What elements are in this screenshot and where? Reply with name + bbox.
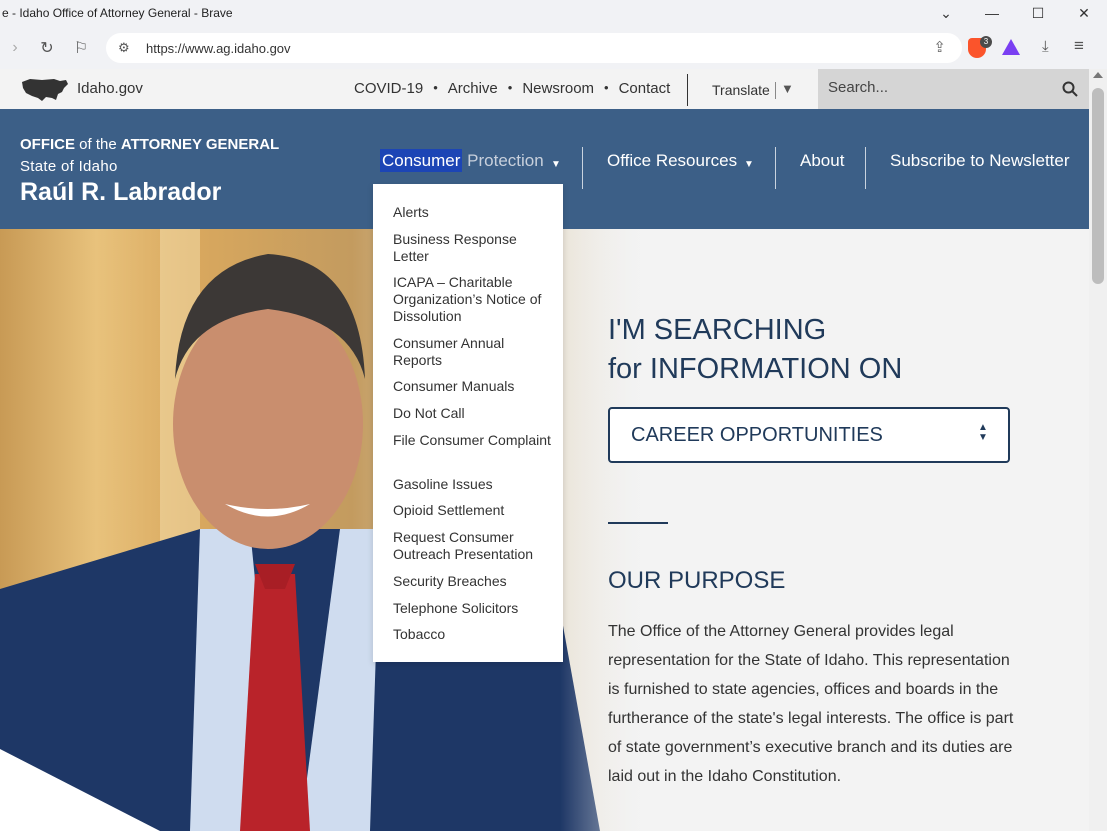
nav-divider — [775, 147, 776, 189]
utility-bar: Idaho.gov COVID-19 • Archive • Newsroom … — [0, 69, 1089, 109]
dropdown-item-do-not-call[interactable]: Do Not Call — [393, 405, 553, 422]
window-controls: ⌄ — ☐ ✕ — [923, 0, 1107, 26]
org-title[interactable]: OFFICE of the ATTORNEY GENERAL — [20, 136, 279, 153]
dropdown-item-gasoline-issues[interactable]: Gasoline Issues — [393, 476, 553, 493]
site-settings-icon[interactable]: ⚙ — [118, 40, 130, 56]
utility-links: COVID-19 • Archive • Newsroom • Contact — [354, 80, 670, 97]
dropdown-item-tobacco[interactable]: Tobacco — [393, 626, 553, 643]
nav-office-resources[interactable]: Office Resources — [607, 151, 737, 171]
window-title: e - Idaho Office of Attorney General - B… — [2, 6, 233, 20]
us-map-icon[interactable] — [20, 76, 70, 104]
dropdown-item-consumer-manuals[interactable]: Consumer Manuals — [393, 378, 553, 395]
chevron-down-icon[interactable]: ⌄ — [923, 0, 969, 26]
brave-rewards-icon[interactable] — [1002, 39, 1020, 55]
link-separator: • — [507, 80, 513, 95]
nav-subscribe[interactable]: Subscribe to Newsletter — [890, 151, 1070, 171]
caret-down-icon[interactable]: ▼ — [744, 159, 754, 170]
maximize-icon[interactable]: ☐ — [1015, 0, 1061, 26]
share-icon[interactable]: ⇪ — [933, 38, 946, 56]
nav-label-rest: Protection — [462, 151, 544, 170]
archive-link[interactable]: Archive — [448, 80, 498, 97]
information-select[interactable]: CAREER OPPORTUNITIES ▲ ▼ — [608, 407, 1010, 463]
purpose-heading: OUR PURPOSE — [608, 567, 786, 594]
search-input[interactable] — [828, 79, 1048, 96]
link-separator: • — [604, 80, 609, 95]
nav-selected-text: Consumer — [380, 149, 463, 172]
dropdown-item-opioid-settlement[interactable]: Opioid Settlement — [393, 502, 553, 519]
covid-link[interactable]: COVID-19 — [354, 80, 423, 97]
download-icon[interactable]: ⤓ — [1042, 38, 1049, 55]
nav-divider — [582, 147, 583, 189]
web-page: Idaho.gov COVID-19 • Archive • Newsroom … — [0, 69, 1089, 831]
search-box — [818, 69, 1089, 109]
dropdown-arrow-icon[interactable]: ▼ — [781, 81, 794, 96]
consumer-protection-dropdown: Alerts Business Response Letter ICAPA – … — [373, 184, 563, 662]
attorney-general-name: Raúl R. Labrador — [20, 178, 222, 206]
minimize-icon[interactable]: — — [969, 0, 1015, 26]
reload-icon[interactable]: ↻ — [30, 31, 64, 65]
purpose-text: The Office of the Attorney General provi… — [608, 623, 1014, 785]
close-icon[interactable]: ✕ — [1061, 0, 1107, 26]
hamburger-menu-icon[interactable]: ≡ — [1074, 36, 1084, 56]
searching-line-1: I'M SEARCHING — [608, 314, 827, 346]
select-value: CAREER OPPORTUNITIES — [631, 424, 883, 446]
decorative-triangle — [0, 749, 160, 831]
org-title-part: of the — [75, 136, 121, 153]
dropdown-item-icapa[interactable]: ICAPA – Charitable Organization’s Notice… — [393, 274, 553, 325]
nav-divider — [865, 147, 866, 189]
searching-heading: I'M SEARCHING for INFORMATION ON — [608, 311, 902, 389]
scroll-up-icon[interactable] — [1093, 72, 1103, 78]
shields-count-badge: 3 — [980, 36, 992, 48]
org-title-part: OFFICE — [20, 136, 75, 153]
search-icon[interactable] — [1062, 81, 1078, 97]
state-name: State of Idaho — [20, 158, 118, 175]
org-title-part: ATTORNEY GENERAL — [120, 136, 280, 153]
url-text[interactable]: https://www.ag.idaho.gov — [146, 41, 291, 56]
divider — [775, 82, 776, 99]
dropdown-item-business-response-letter[interactable]: Business Response Letter — [393, 231, 553, 265]
scrollbar-thumb[interactable] — [1092, 88, 1104, 284]
dropdown-item-security-breaches[interactable]: Security Breaches — [393, 573, 553, 590]
link-separator: • — [433, 80, 438, 95]
idaho-gov-link[interactable]: Idaho.gov — [77, 80, 143, 97]
purpose-rule — [608, 522, 668, 524]
caret-down-icon[interactable]: ▼ — [551, 159, 561, 170]
dropdown-item-telephone-solicitors[interactable]: Telephone Solicitors — [393, 600, 553, 617]
newsroom-link[interactable]: Newsroom — [522, 80, 594, 97]
nav-about[interactable]: About — [800, 151, 844, 171]
contact-link[interactable]: Contact — [619, 80, 671, 97]
dropdown-item-consumer-annual-reports[interactable]: Consumer Annual Reports — [393, 335, 553, 369]
divider — [687, 74, 688, 106]
address-bar[interactable]: ⚙ https://www.ag.idaho.gov ⇪ — [106, 33, 962, 63]
bookmark-icon[interactable]: ⚐ — [64, 31, 98, 65]
forward-icon[interactable]: › — [0, 31, 30, 65]
window-titlebar: e - Idaho Office of Attorney General - B… — [0, 0, 1107, 26]
dropdown-item-alerts[interactable]: Alerts — [393, 204, 553, 221]
dropdown-item-request-outreach[interactable]: Request Consumer Outreach Presentation — [393, 529, 553, 563]
translate-select[interactable]: Translate — [712, 82, 770, 98]
nav-consumer-protection[interactable]: Consumer Protection — [380, 149, 544, 172]
dropdown-item-file-consumer-complaint[interactable]: File Consumer Complaint — [393, 432, 553, 449]
select-arrows-icon: ▲ ▼ — [978, 422, 988, 443]
searching-line-2: for INFORMATION ON — [608, 353, 903, 385]
